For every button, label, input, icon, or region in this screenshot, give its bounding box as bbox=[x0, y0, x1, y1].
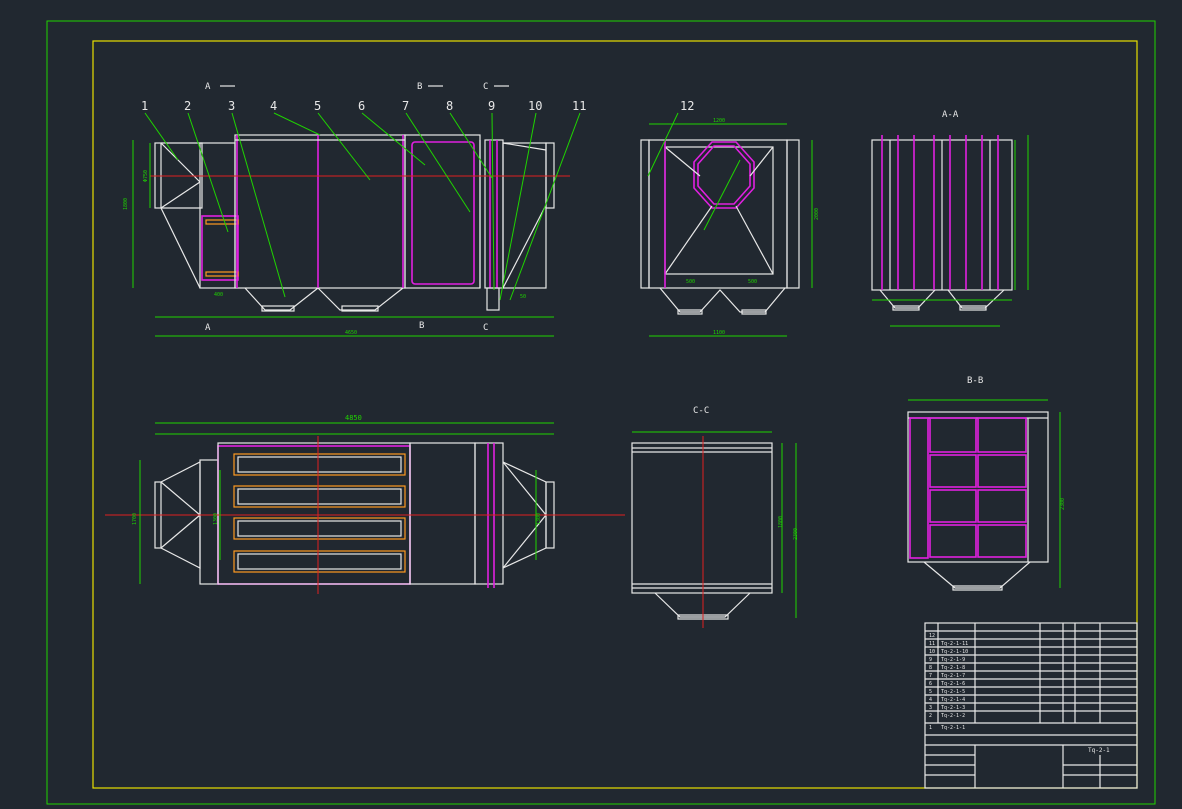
row-9-no: 9 bbox=[929, 657, 932, 663]
plan-view: 4850 1700 1300 1300 bbox=[105, 414, 625, 594]
dim-overall-4650: 4650 bbox=[345, 330, 357, 336]
row-9-code: Tq-2-1-9 bbox=[941, 657, 965, 663]
dim-cc-1800: 1800 bbox=[778, 516, 784, 528]
dim-cc-2300: 2300 bbox=[793, 528, 799, 540]
dim-height-1800: 1800 bbox=[123, 198, 129, 210]
row-11-code: Tq-2-1-11 bbox=[941, 641, 968, 647]
dim-phi750: Φ750 bbox=[143, 170, 149, 182]
section-mark-a-top: A bbox=[205, 82, 211, 92]
part-number-2: 2 bbox=[184, 99, 191, 113]
row-2-no: 2 bbox=[929, 713, 932, 719]
part-number-8: 8 bbox=[446, 99, 453, 113]
part-number-10: 10 bbox=[528, 99, 542, 113]
row-8-no: 8 bbox=[929, 665, 932, 671]
row-5-no: 5 bbox=[929, 689, 932, 695]
row-5-code: Tq-2-1-5 bbox=[941, 689, 965, 695]
drawing-number: Tq-2-1 bbox=[1088, 747, 1110, 754]
row-6-no: 6 bbox=[929, 681, 932, 687]
row-12-no: 12 bbox=[929, 633, 935, 639]
row-1-no: 1 bbox=[929, 725, 932, 731]
section-mark-b-top: B bbox=[417, 82, 422, 92]
section-title-a-a: A-A bbox=[942, 110, 959, 120]
section-c-c-view: C-C 1800 2300 bbox=[631, 406, 799, 628]
row-2-code: Tq-2-1-2 bbox=[941, 713, 965, 719]
dim-plan-1300-b: 1300 bbox=[536, 513, 542, 525]
side-view-octagon: 12 1200 1100 2000 500 500 bbox=[640, 99, 820, 337]
part-number-4: 4 bbox=[270, 99, 277, 113]
part-number-9: 9 bbox=[488, 99, 495, 113]
dim-bb-2300: 2300 bbox=[1060, 498, 1066, 510]
dim-plan-1300: 1300 bbox=[213, 513, 219, 525]
dim-500-a: 500 bbox=[686, 279, 695, 285]
dim-top-4850: 4850 bbox=[345, 414, 362, 422]
section-mark-c-top: C bbox=[483, 82, 488, 92]
section-mark-a-bottom: A bbox=[205, 323, 211, 333]
dim-1200: 1200 bbox=[713, 118, 725, 124]
section-a-a-view: A-A bbox=[871, 110, 1029, 327]
cad-drawing-canvas: 1800 Φ750 4650 400 50 1 2 3 4 5 6 7 8 9 … bbox=[46, 20, 1156, 805]
row-3-code: Tq-2-1-3 bbox=[941, 705, 965, 711]
section-title-c-c: C-C bbox=[693, 406, 709, 416]
row-3-no: 3 bbox=[929, 705, 932, 711]
part-number-11: 11 bbox=[572, 99, 586, 113]
row-7-no: 7 bbox=[929, 673, 932, 679]
dim-1100: 1100 bbox=[713, 330, 725, 336]
row-1-code: Tq-2-1-1 bbox=[941, 725, 965, 731]
part-number-5: 5 bbox=[314, 99, 321, 113]
dim-400: 400 bbox=[214, 292, 223, 298]
part-number-1: 1 bbox=[141, 99, 148, 113]
dim-500-b: 500 bbox=[748, 279, 757, 285]
row-10-code: Tq-2-1-10 bbox=[941, 649, 968, 655]
row-6-code: Tq-2-1-6 bbox=[941, 681, 965, 687]
part-number-6: 6 bbox=[358, 99, 365, 113]
dim-50: 50 bbox=[520, 294, 526, 300]
part-number-12: 12 bbox=[680, 99, 694, 113]
section-mark-c-bottom: C bbox=[483, 323, 488, 333]
row-8-code: Tq-2-1-8 bbox=[941, 665, 965, 671]
row-10-no: 10 bbox=[929, 649, 935, 655]
row-7-code: Tq-2-1-7 bbox=[941, 673, 965, 679]
dim-2000: 2000 bbox=[814, 208, 820, 220]
row-11-no: 11 bbox=[929, 641, 935, 647]
title-block: 12 11 Tq-2-1-11 10 Tq-2-1-10 9 Tq-2-1-9 … bbox=[924, 622, 1138, 789]
dim-plan-1700: 1700 bbox=[132, 513, 138, 525]
row-4-code: Tq-2-1-4 bbox=[941, 697, 965, 703]
front-elevation-view: 1800 Φ750 4650 400 50 1 2 3 4 5 6 7 8 9 … bbox=[123, 82, 586, 337]
row-4-no: 4 bbox=[929, 697, 932, 703]
section-b-b-view: B-B 2300 bbox=[907, 376, 1066, 591]
section-mark-b-bottom: B bbox=[419, 321, 424, 331]
inner-border bbox=[92, 40, 1138, 789]
part-number-7: 7 bbox=[402, 99, 409, 113]
section-title-b-b: B-B bbox=[967, 376, 983, 386]
part-number-3: 3 bbox=[228, 99, 235, 113]
